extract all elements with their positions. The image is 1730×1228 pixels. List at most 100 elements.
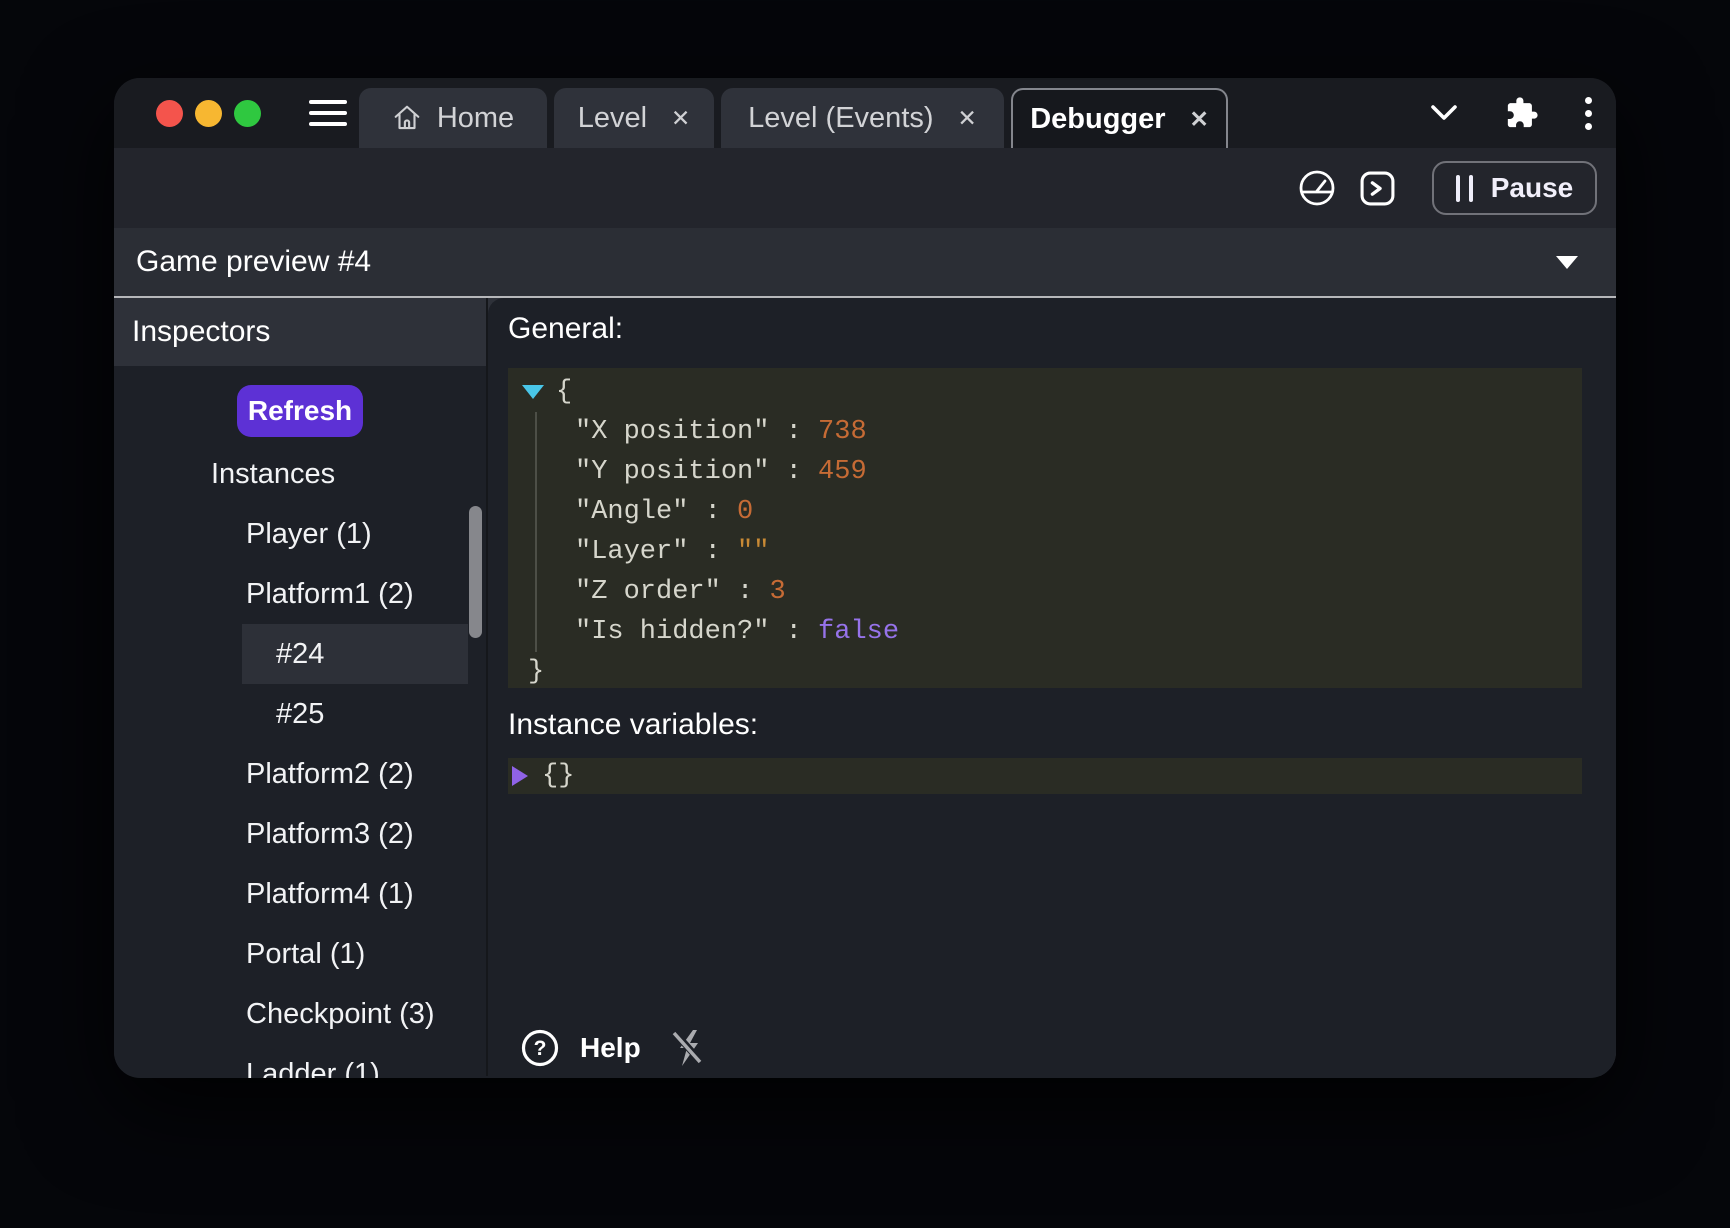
extensions-puzzle-icon[interactable]	[1505, 96, 1539, 130]
colon: :	[769, 452, 818, 492]
property-row: "X position" : 738	[537, 412, 1582, 452]
close-tab-icon[interactable]: ✕	[958, 105, 977, 132]
tree-item-label: Instances	[211, 458, 335, 491]
tree-item[interactable]: Player (1)	[114, 504, 486, 564]
tree-item-label: Ladder (1)	[246, 1058, 380, 1079]
property-value: false	[818, 612, 899, 652]
property-key: "X position"	[575, 412, 769, 452]
sidebar-header: Inspectors	[114, 298, 486, 366]
tree-item[interactable]: #25	[114, 684, 486, 744]
tree-item-label: Player (1)	[246, 518, 372, 551]
tree-item-label: Platform3 (2)	[246, 818, 414, 851]
flash-off-icon[interactable]	[671, 1028, 707, 1068]
tab-home[interactable]: Home	[359, 88, 547, 148]
property-value: 3	[769, 572, 785, 612]
preview-title: Game preview #4	[136, 245, 371, 279]
tab-label: Debugger	[1030, 103, 1165, 136]
app-window: Home Level ✕ Level (Events) ✕ Debugger ✕	[114, 78, 1616, 1078]
property-key: "Y position"	[575, 452, 769, 492]
property-row: "Angle" : 0	[537, 492, 1582, 532]
tab-label: Level	[578, 102, 647, 135]
console-icon[interactable]	[1359, 170, 1396, 207]
debugger-content: Inspectors Refresh Instances Player (1) …	[114, 298, 1616, 1076]
instances-tree: Instances Player (1) Platform1 (2) #24	[114, 444, 486, 1078]
property-row: "Is hidden?" : false	[537, 612, 1582, 652]
instance-variables-value: {}	[542, 761, 574, 791]
tree-item-label: Platform2 (2)	[246, 758, 414, 791]
chevron-down-icon[interactable]	[1429, 101, 1459, 125]
help-label: Help	[580, 1032, 641, 1064]
tree-item-label: Platform4 (1)	[246, 878, 414, 911]
tree-item[interactable]: Checkpoint (3)	[114, 984, 486, 1044]
property-value: 738	[818, 412, 867, 452]
inspector-panel-wrap: General: { "X position" : 738 "Y positio…	[488, 298, 1616, 1076]
tab-bar: Home Level ✕ Level (Events) ✕ Debugger ✕	[359, 88, 1228, 148]
inspector-panel: General: { "X position" : 738 "Y positio…	[488, 298, 1616, 1076]
minimize-window-button[interactable]	[195, 100, 222, 127]
properties-list: "X position" : 738 "Y position" : 459 "A…	[535, 412, 1582, 652]
property-value: 0	[737, 492, 753, 532]
close-window-button[interactable]	[156, 100, 183, 127]
more-options-icon[interactable]	[1585, 97, 1592, 130]
instance-variables-block: {}	[508, 758, 1582, 794]
tab-level-events[interactable]: Level (Events) ✕	[721, 88, 1004, 148]
property-key: "Is hidden?"	[575, 612, 769, 652]
property-value: 459	[818, 452, 867, 492]
close-tab-icon[interactable]: ✕	[671, 105, 690, 132]
open-brace: {	[556, 372, 572, 412]
property-key: "Z order"	[575, 572, 721, 612]
tree-item[interactable]: Portal (1)	[114, 924, 486, 984]
help-question-icon[interactable]: ?	[520, 1028, 560, 1068]
tab-label: Level (Events)	[748, 102, 933, 135]
colon: :	[769, 612, 818, 652]
collapse-expander-icon[interactable]	[522, 385, 544, 399]
colon: :	[721, 572, 770, 612]
colon: :	[688, 492, 737, 532]
refresh-button[interactable]: Refresh	[237, 385, 363, 437]
close-tab-icon[interactable]: ✕	[1190, 106, 1209, 133]
pause-button[interactable]: Pause	[1432, 161, 1597, 215]
tree-item[interactable]: Platform3 (2)	[114, 804, 486, 864]
pause-icon	[1456, 175, 1473, 202]
dropdown-caret-icon[interactable]	[1556, 256, 1578, 269]
title-bar: Home Level ✕ Level (Events) ✕ Debugger ✕	[114, 78, 1616, 148]
tree-item[interactable]: Platform4 (1)	[114, 864, 486, 924]
tree-item-label: Platform1 (2)	[246, 578, 414, 611]
tree-item[interactable]: Platform1 (2)	[114, 564, 486, 624]
property-key: "Angle"	[575, 492, 688, 532]
preview-selector[interactable]: Game preview #4	[114, 228, 1616, 298]
property-row: "Y position" : 459	[537, 452, 1582, 492]
inspectors-sidebar: Inspectors Refresh Instances Player (1) …	[114, 298, 488, 1076]
colon: :	[688, 532, 737, 572]
tree-item[interactable]: Ladder (1)	[114, 1044, 486, 1078]
tree-item-label: #24	[276, 638, 324, 671]
zoom-window-button[interactable]	[234, 100, 261, 127]
tree-item-label: #25	[276, 698, 324, 731]
instance-variables-label: Instance variables:	[508, 708, 1582, 742]
window-controls	[156, 100, 261, 127]
tree-item-label: Checkpoint (3)	[246, 998, 435, 1031]
menu-icon[interactable]	[309, 100, 347, 126]
property-row: "Layer" : ""	[537, 532, 1582, 572]
expand-expander-icon[interactable]	[512, 766, 528, 786]
titlebar-actions	[1429, 78, 1592, 148]
profiler-gauge-icon[interactable]	[1297, 168, 1337, 208]
pause-button-label: Pause	[1491, 172, 1574, 204]
help-row: ? Help	[520, 1028, 707, 1068]
general-properties-block: { "X position" : 738 "Y position" : 459 …	[508, 368, 1582, 688]
property-value: ""	[737, 532, 769, 572]
property-key: "Layer"	[575, 532, 688, 572]
sidebar-scrollbar[interactable]	[469, 506, 482, 638]
debugger-toolbar: Pause	[114, 148, 1616, 228]
close-brace: }	[528, 652, 544, 692]
tab-level[interactable]: Level ✕	[554, 88, 714, 148]
tree-item[interactable]: Instances	[114, 444, 486, 504]
general-section-label: General:	[508, 312, 1582, 352]
home-icon	[392, 103, 422, 133]
property-row: "Z order" : 3	[537, 572, 1582, 612]
tree-item[interactable]: Platform2 (2)	[114, 744, 486, 804]
colon: :	[769, 412, 818, 452]
tab-debugger[interactable]: Debugger ✕	[1011, 88, 1228, 148]
tree-item[interactable]: #24	[114, 624, 486, 684]
tab-label: Home	[437, 102, 514, 135]
